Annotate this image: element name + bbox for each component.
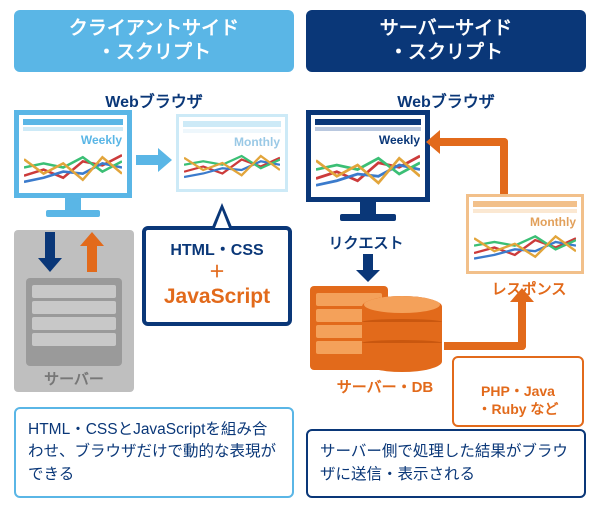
langs-callout: PHP・Java ・Ruby など <box>452 356 584 427</box>
arrow-left-head-icon <box>426 130 440 154</box>
arrow-down-icon <box>38 232 62 272</box>
response-arrow-icon <box>438 138 508 196</box>
chart-icon <box>474 229 576 266</box>
left-server-icon: サーバー <box>26 278 122 389</box>
speech-tail-icon <box>215 210 229 228</box>
left-caption-text: HTML・CSSとJavaScriptを組み合わせ、ブラウザだけで動的な表現がで… <box>28 421 276 483</box>
arrow-right-icon <box>136 148 172 172</box>
callout-js: JavaScript <box>154 283 280 311</box>
arrow-up-head-icon <box>510 288 534 302</box>
arrow-up-icon <box>80 232 104 272</box>
right-monitor-monthly: Monthly <box>466 194 584 274</box>
database-icon <box>362 296 442 372</box>
right-weekly-tag: Weekly <box>379 133 420 147</box>
server-title-text: サーバーサイド ・スクリプト <box>380 17 512 65</box>
left-browser-label: Webブラウザ <box>14 88 294 112</box>
left-caption: HTML・CSSとJavaScriptを組み合わせ、ブラウザだけで動的な表現がで… <box>14 407 294 498</box>
left-monitor-weekly: Weekly <box>14 110 132 217</box>
left-weekly-tag: Weekly <box>81 133 122 147</box>
callout-line1: HTML・CSS <box>170 242 263 259</box>
server-title: サーバーサイド ・スクリプト <box>306 10 586 72</box>
callout-plus: ＋ <box>154 262 280 284</box>
right-monitor-weekly: Weekly <box>306 110 430 221</box>
right-caption: サーバー側で処理した結果がブラウザに送信・表示される <box>306 429 586 498</box>
left-monthly-tag: Monthly <box>234 135 280 149</box>
left-callout: HTML・CSS ＋ JavaScript <box>142 226 292 326</box>
client-title: クライアントサイド ・スクリプト <box>14 10 294 72</box>
right-browser-label: Webブラウザ <box>306 88 586 112</box>
chart-icon <box>316 147 420 192</box>
chart-icon <box>184 149 280 184</box>
db-to-monthly-arrow-icon <box>444 300 526 350</box>
left-server-label: サーバー <box>26 368 122 389</box>
server-db-label: サーバー・DB <box>320 376 450 397</box>
client-side-column: クライアントサイド ・スクリプト Webブラウザ Weekly <box>14 10 294 498</box>
request-label: リクエスト <box>314 232 418 253</box>
right-caption-text: サーバー側で処理した結果がブラウザに送信・表示される <box>320 443 568 482</box>
left-monitor-monthly: Monthly <box>176 114 288 192</box>
right-monthly-tag: Monthly <box>530 215 576 229</box>
client-title-text: クライアントサイド ・スクリプト <box>69 17 239 65</box>
chart-icon <box>24 147 122 188</box>
server-side-column: サーバーサイド ・スクリプト Webブラウザ Weekly <box>306 10 586 498</box>
request-arrow-icon <box>356 254 380 282</box>
langs-text: PHP・Java ・Ruby など <box>478 383 559 417</box>
